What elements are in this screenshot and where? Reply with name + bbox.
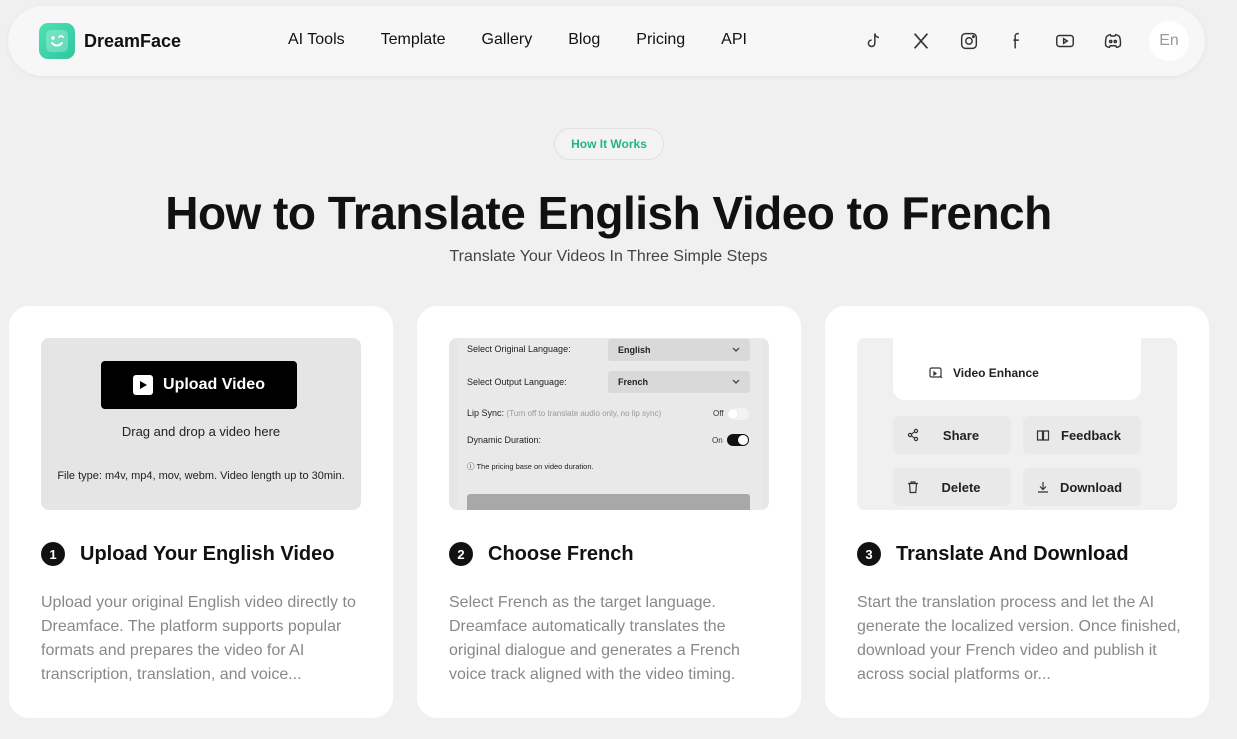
step-description: Select French as the target language. Dr… xyxy=(449,594,740,683)
step-description: Start the translation process and let th… xyxy=(857,594,1181,683)
lip-sync-row: Lip Sync: (Turn off to translate audio o… xyxy=(467,408,661,418)
nav-gallery[interactable]: Gallery xyxy=(482,31,533,49)
logo-icon xyxy=(39,23,75,59)
feedback-button[interactable]: Feedback xyxy=(1023,416,1141,454)
page-title: How to Translate English Video to French xyxy=(165,187,1052,239)
run-button[interactable] xyxy=(467,494,750,510)
nav-blog[interactable]: Blog xyxy=(568,31,600,49)
lip-sync-state: Off xyxy=(713,409,724,418)
youtube-icon[interactable] xyxy=(1053,29,1077,53)
drag-drop-text: Drag and drop a video here xyxy=(121,424,281,439)
upload-video-button[interactable]: Upload Video xyxy=(101,361,297,409)
share-label: Share xyxy=(942,427,980,443)
step-number: 3 xyxy=(857,542,881,566)
pricing-note: ⓘ The pricing base on video duration. xyxy=(467,461,594,472)
dynamic-duration-state: On xyxy=(712,436,723,445)
tiktok-icon[interactable] xyxy=(861,29,885,53)
page-subtitle: Translate Your Videos In Three Simple St… xyxy=(449,248,768,265)
x-icon[interactable] xyxy=(909,29,933,53)
social-links xyxy=(861,29,1125,53)
brand-name: DreamFace xyxy=(84,30,182,51)
feedback-label: Feedback xyxy=(1061,427,1121,443)
chevron-down-icon xyxy=(732,347,740,352)
language-settings-preview: Select Original Language: English Select… xyxy=(449,338,769,510)
lip-sync-toggle[interactable] xyxy=(727,408,749,420)
nav-template[interactable]: Template xyxy=(381,31,446,49)
original-language-value: English xyxy=(618,345,651,355)
lip-sync-label: Lip Sync: xyxy=(467,408,505,418)
step-title: Choose French xyxy=(488,542,634,565)
step-heading: 2 Choose French xyxy=(449,542,634,566)
play-icon xyxy=(133,375,154,395)
step-card-3: Video Enhance Share Feedback Delete Down… xyxy=(825,306,1209,718)
video-enhance-button[interactable]: Video Enhance xyxy=(893,338,1141,400)
step-number: 1 xyxy=(41,542,65,566)
output-language-value: French xyxy=(618,377,649,387)
step-card-2: Select Original Language: English Select… xyxy=(417,306,801,718)
step-title: Upload Your English Video xyxy=(80,542,335,565)
nav-ai-tools[interactable]: AI Tools xyxy=(288,31,345,49)
download-label: Download xyxy=(1059,479,1123,495)
original-language-select[interactable]: English xyxy=(608,339,750,361)
step-number: 2 xyxy=(449,542,473,566)
lip-sync-hint: (Turn off to translate audio only, no li… xyxy=(506,409,662,418)
delete-label: Delete xyxy=(941,479,981,495)
enhance-icon xyxy=(929,367,943,379)
how-it-works-badge: How It Works xyxy=(554,128,664,160)
upload-preview: Upload Video Drag and drop a video here … xyxy=(41,338,361,510)
step-heading: 1 Upload Your English Video xyxy=(41,542,334,566)
facebook-icon[interactable] xyxy=(1005,29,1029,53)
nav-links: AI Tools Template Gallery Blog Pricing A… xyxy=(288,31,747,49)
pricing-note-text: The pricing base on video duration. xyxy=(476,462,594,471)
video-enhance-label: Video Enhance xyxy=(953,366,1039,380)
share-button[interactable]: Share xyxy=(893,416,1011,454)
dynamic-duration-toggle[interactable] xyxy=(727,434,749,446)
download-actions-preview: Video Enhance Share Feedback Delete Down… xyxy=(857,338,1177,510)
output-language-label: Select Output Language: xyxy=(467,377,567,387)
instagram-icon[interactable] xyxy=(957,29,981,53)
language-selector[interactable]: En xyxy=(1149,21,1189,61)
delete-button[interactable]: Delete xyxy=(893,468,1011,506)
original-language-label: Select Original Language: xyxy=(467,344,571,354)
file-type-text: File type: m4v, mp4, mov, webm. Video le… xyxy=(57,470,345,482)
nav-api[interactable]: API xyxy=(721,31,747,49)
output-language-select[interactable]: French xyxy=(608,371,750,393)
step-description: Upload your original English video direc… xyxy=(41,594,356,683)
chevron-down-icon xyxy=(732,379,740,384)
dynamic-duration-label: Dynamic Duration: xyxy=(467,435,542,445)
download-button[interactable]: Download xyxy=(1023,468,1141,506)
upload-button-label: Upload Video xyxy=(163,376,265,393)
brand-logo[interactable]: DreamFace xyxy=(39,23,181,59)
step-heading: 3 Translate And Download xyxy=(857,542,1129,566)
step-card-1: Upload Video Drag and drop a video here … xyxy=(9,306,393,718)
discord-icon[interactable] xyxy=(1101,29,1125,53)
nav-pricing[interactable]: Pricing xyxy=(636,31,685,49)
step-title: Translate And Download xyxy=(896,542,1129,565)
top-navbar: DreamFace AI Tools Template Gallery Blog… xyxy=(8,6,1205,76)
